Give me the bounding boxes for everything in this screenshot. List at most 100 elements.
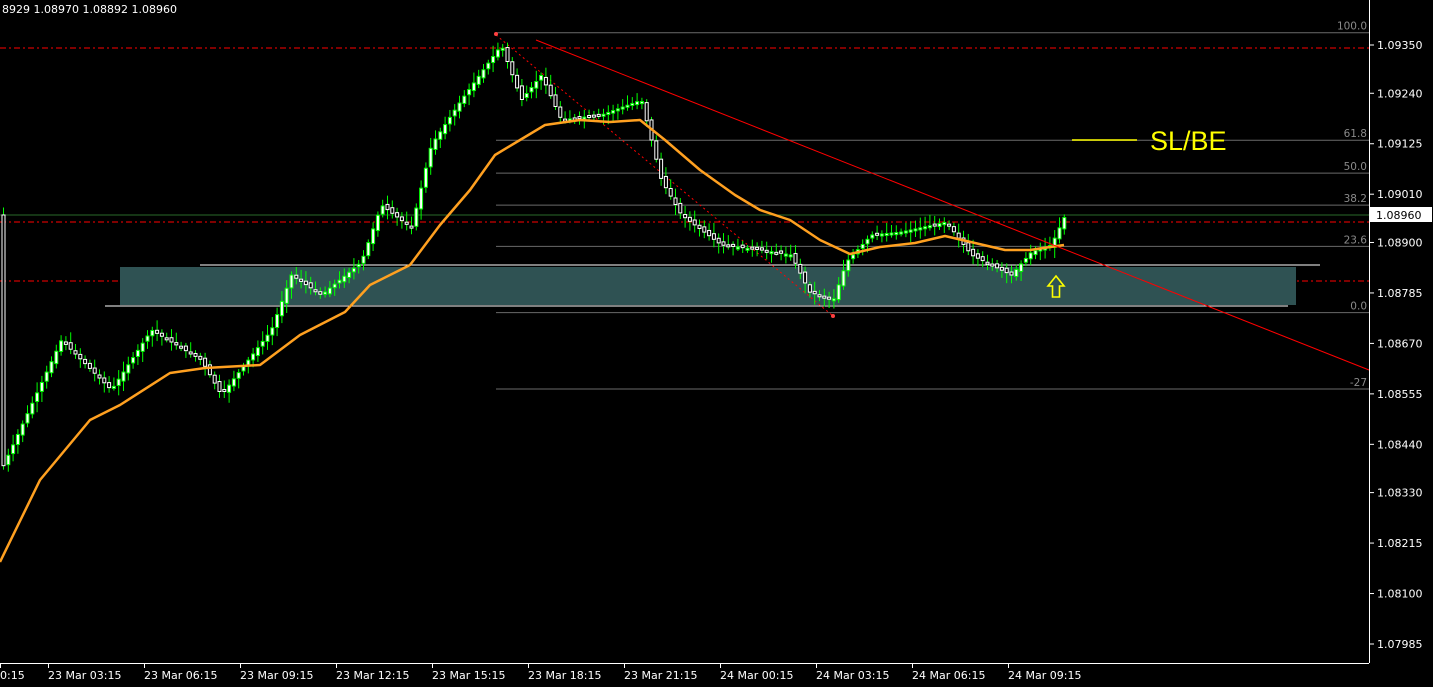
candle-body bbox=[831, 298, 836, 302]
time-tick-label: 23 Mar 09:15 bbox=[240, 669, 313, 682]
candle-body bbox=[779, 250, 784, 254]
price-tick-label: 1.08670 bbox=[1377, 337, 1423, 350]
candle-body bbox=[54, 350, 59, 365]
candle-body bbox=[851, 254, 856, 260]
candle-body bbox=[39, 381, 44, 392]
candle-body bbox=[183, 345, 188, 352]
candle-body bbox=[399, 216, 404, 222]
candle-body bbox=[870, 234, 875, 239]
candle-body bbox=[798, 263, 803, 274]
candle-body bbox=[356, 263, 361, 268]
candle-body bbox=[447, 116, 452, 125]
candle-body bbox=[87, 362, 92, 369]
candle-body bbox=[169, 337, 174, 343]
candle-body bbox=[347, 271, 352, 279]
candle-body bbox=[11, 444, 16, 455]
candle-body bbox=[303, 280, 308, 286]
candle-body bbox=[543, 76, 548, 86]
candle-body bbox=[947, 223, 952, 227]
candle-body bbox=[515, 74, 520, 89]
candle-body bbox=[668, 188, 673, 197]
candle-body bbox=[894, 232, 899, 236]
candle-body bbox=[687, 216, 692, 222]
price-tick-label: 1.09125 bbox=[1377, 138, 1423, 151]
candle-body bbox=[999, 266, 1004, 271]
candle-body bbox=[78, 353, 83, 360]
candle-body bbox=[740, 244, 745, 249]
candle-body bbox=[529, 87, 534, 93]
candle-body bbox=[1019, 263, 1024, 272]
candle-body bbox=[711, 233, 716, 240]
fib-level-label: -27 bbox=[1350, 377, 1367, 389]
time-tick-label: 23 Mar 03:15 bbox=[48, 669, 121, 682]
candle-body bbox=[428, 147, 433, 168]
candle-body bbox=[889, 232, 894, 236]
candle-body bbox=[164, 337, 169, 341]
candle-body bbox=[971, 248, 976, 257]
fib-level-label: 0.0 bbox=[1350, 301, 1367, 313]
candle-body bbox=[620, 106, 625, 110]
candle-body bbox=[198, 355, 203, 360]
candle-body bbox=[697, 224, 702, 229]
candle-body bbox=[351, 267, 356, 273]
candle-body bbox=[155, 329, 160, 334]
candle-body bbox=[299, 278, 304, 282]
candle-body bbox=[606, 111, 611, 115]
candle-body bbox=[846, 259, 851, 272]
candle-body bbox=[611, 110, 616, 114]
time-tick-label: 23 Mar 12:15 bbox=[336, 669, 409, 682]
candle-body bbox=[342, 275, 347, 283]
candle-body bbox=[707, 229, 712, 237]
candle-body bbox=[44, 371, 49, 382]
candle-body bbox=[942, 221, 947, 226]
candle-body bbox=[1062, 217, 1067, 230]
candle-body bbox=[774, 251, 779, 255]
time-tick-label: 24 Mar 09:15 bbox=[1008, 669, 1081, 682]
candle-body bbox=[419, 187, 424, 210]
candle-body bbox=[923, 226, 928, 230]
candle-body bbox=[1014, 268, 1019, 277]
candle-body bbox=[227, 384, 232, 393]
candle-body bbox=[990, 263, 995, 267]
candle-body bbox=[486, 62, 491, 70]
candle-body bbox=[716, 237, 721, 244]
candle-body bbox=[6, 454, 11, 466]
time-tick-label: 23 Mar 18:15 bbox=[528, 669, 601, 682]
candle-body bbox=[371, 228, 376, 245]
candle-body bbox=[783, 253, 788, 257]
candle-body bbox=[1033, 250, 1038, 256]
candle-body bbox=[179, 345, 184, 349]
candle-body bbox=[975, 253, 980, 259]
candle-body bbox=[135, 349, 140, 357]
candle-body bbox=[956, 232, 961, 239]
candle-body bbox=[510, 61, 515, 76]
candle-body bbox=[803, 271, 808, 284]
candle-body bbox=[289, 274, 294, 289]
candle-body bbox=[188, 351, 193, 355]
candle-body bbox=[539, 75, 544, 81]
candle-body bbox=[83, 358, 88, 365]
candle-body bbox=[692, 219, 697, 226]
candle-body bbox=[68, 342, 73, 350]
candle-body bbox=[654, 140, 659, 160]
fib-level-label: 38.2 bbox=[1344, 193, 1367, 205]
trading-chart[interactable]: 100.0 61.8 50.0 38.2 23.6 0.0 -27 1.09350 1.092… bbox=[0, 0, 1433, 687]
candle-body bbox=[615, 108, 620, 112]
swing-low-marker bbox=[831, 314, 835, 318]
candle-body bbox=[491, 56, 496, 64]
candle-body bbox=[409, 225, 414, 229]
candle-body bbox=[764, 249, 769, 253]
candle-body bbox=[313, 289, 318, 293]
candle-body bbox=[822, 295, 827, 299]
slbe-label: SL/BE bbox=[1150, 126, 1227, 156]
candle-body bbox=[1004, 267, 1009, 274]
candle-body bbox=[131, 357, 136, 364]
candle-body bbox=[927, 225, 932, 229]
candle-body bbox=[879, 233, 884, 237]
time-tick-label: 23 Mar 21:15 bbox=[624, 669, 697, 682]
price-tick-label: 1.09240 bbox=[1377, 87, 1423, 100]
candle-body bbox=[318, 291, 323, 295]
candle-body bbox=[678, 202, 683, 214]
candle-body bbox=[601, 113, 606, 117]
candle-body bbox=[102, 377, 107, 384]
